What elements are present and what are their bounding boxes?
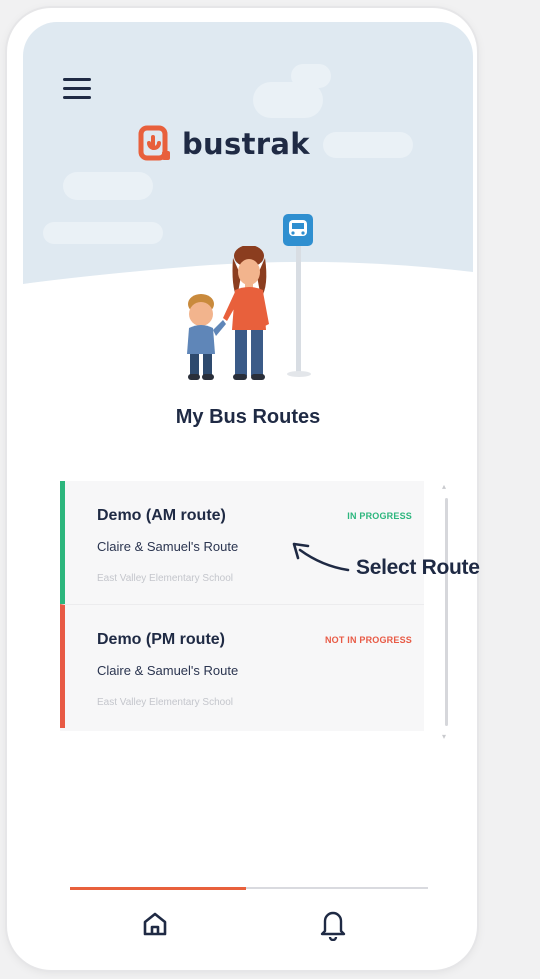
route-status-badge: IN PROGRESS	[347, 511, 412, 521]
scroll-up-arrow[interactable]: ▴	[442, 483, 451, 491]
phone-frame: bustrak My Bus Routes Demo (AM route) IN…	[7, 8, 477, 970]
route-school: East Valley Elementary School	[97, 697, 233, 708]
route-subtitle: Claire & Samuel's Route	[97, 663, 239, 678]
route-subtitle: Claire & Samuel's Route	[97, 539, 239, 554]
home-icon[interactable]	[140, 909, 170, 939]
route-list-scrollbar[interactable]	[445, 498, 448, 726]
curved-arrow-icon	[292, 542, 350, 572]
route-school: East Valley Elementary School	[97, 573, 233, 584]
bottom-tab-bar	[70, 887, 428, 953]
route-name: Demo (PM route)	[97, 631, 225, 648]
bustrak-logo-icon	[138, 125, 170, 161]
menu-line	[63, 87, 91, 90]
menu-button[interactable]	[63, 78, 91, 100]
page-title: My Bus Routes	[175, 406, 321, 428]
hamburger-menu-icon	[63, 78, 91, 81]
route-name: Demo (AM route)	[97, 507, 226, 524]
app-logo-text: bustrak	[182, 127, 310, 161]
parent-child-illustration	[187, 246, 269, 380]
route-card-pm[interactable]: Demo (PM route) NOT IN PROGRESS Claire &…	[60, 604, 424, 728]
route-status-badge: NOT IN PROGRESS	[324, 635, 412, 645]
app-logo: bustrak	[138, 124, 310, 164]
select-route-annotation: Select Route	[282, 536, 540, 596]
tab-active-indicator	[70, 887, 246, 890]
menu-line	[63, 96, 91, 99]
annotation-text: Select Route	[356, 556, 480, 579]
scroll-down-arrow[interactable]: ▾	[442, 733, 451, 741]
route-list: Demo (AM route) IN PROGRESS Claire & Sam…	[60, 481, 424, 731]
bell-icon[interactable]	[318, 907, 348, 941]
app-screen: bustrak My Bus Routes Demo (AM route) IN…	[23, 22, 473, 966]
